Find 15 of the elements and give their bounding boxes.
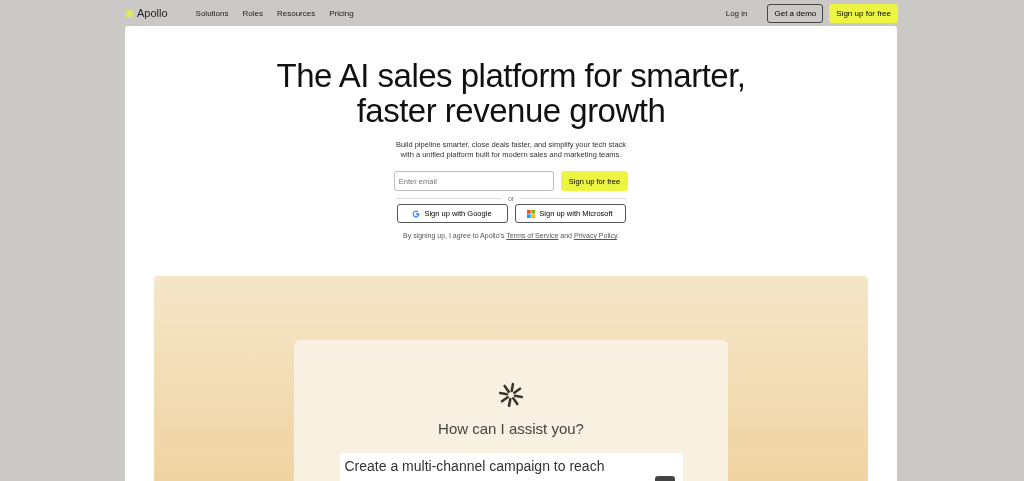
nav-link[interactable]: Roles bbox=[242, 8, 263, 18]
logo-icon bbox=[124, 7, 135, 19]
nav-link[interactable]: Solutions bbox=[195, 8, 229, 18]
nav-link[interactable]: Pricing bbox=[329, 8, 354, 18]
google-icon bbox=[412, 209, 421, 218]
assistant-question: How can I assist you? bbox=[438, 420, 584, 437]
brand-name[interactable]: Apollo bbox=[137, 7, 168, 19]
prompt-field[interactable]: Create a multi-channel campaign to reach bbox=[339, 453, 683, 481]
demo-button[interactable]: Get a demo bbox=[767, 3, 824, 23]
nav-link[interactable]: Resources bbox=[276, 8, 316, 18]
sparkle-icon bbox=[498, 382, 524, 408]
signup-button[interactable]: Sign up for free bbox=[829, 3, 898, 23]
microsoft-icon bbox=[527, 209, 536, 218]
hero-title: The AI sales platform for smarter, faster revenue growth bbox=[275, 58, 747, 128]
login-link[interactable]: Log in bbox=[725, 8, 748, 18]
